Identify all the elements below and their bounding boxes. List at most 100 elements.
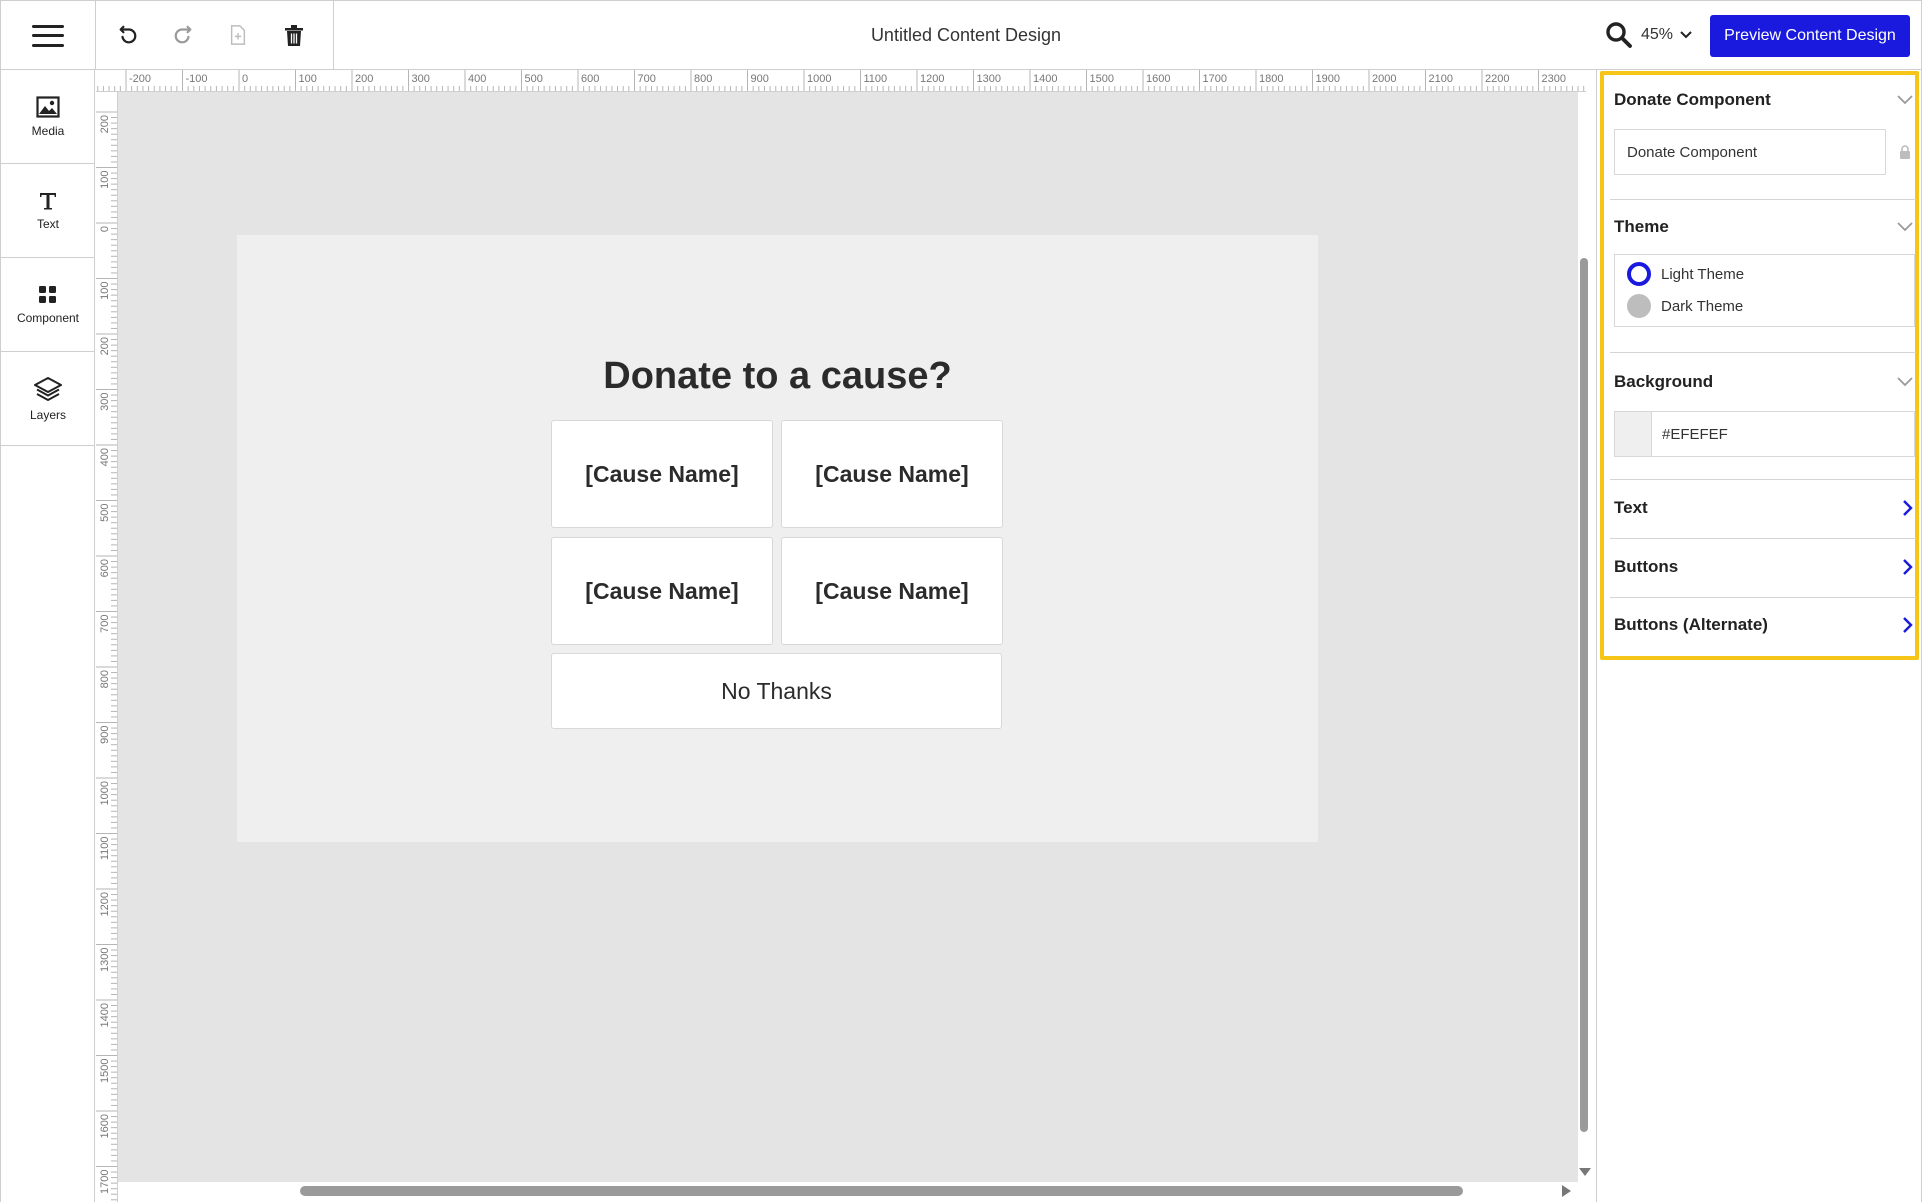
search-icon	[1606, 22, 1632, 48]
ruler-tick-label: 1600	[99, 1114, 111, 1138]
ruler-tick-label: 400	[468, 73, 486, 85]
ruler-tick-label: 1900	[1316, 73, 1340, 85]
vertical-ruler: 200 100 0 100 200 300 400 500 600 700 800 900 1000 11…	[96, 92, 118, 1202]
ruler-tick-label: 2000	[1372, 73, 1396, 85]
ruler-tick-label: 100	[99, 171, 111, 189]
sidebar-item-label: Component	[16, 310, 80, 325]
ruler-tick-label: 200	[99, 337, 111, 355]
component-name-input[interactable]	[1614, 129, 1886, 175]
undo-button[interactable]	[112, 19, 144, 51]
sidebar-item-label: Text	[36, 216, 59, 231]
ruler-tick-label: 100	[99, 282, 111, 300]
vertical-scrollbar-thumb[interactable]	[1580, 258, 1588, 1132]
ruler-tick-label: 1300	[977, 73, 1001, 85]
scroll-right-arrow[interactable]	[1562, 1185, 1571, 1197]
left-sidebar: Media Text Component Layers	[0, 70, 95, 1202]
light-theme-option[interactable]: Light Theme	[1627, 262, 1744, 286]
divider	[1610, 597, 1916, 598]
ruler-tick-label: 900	[751, 73, 769, 85]
horizontal-scrollbar-thumb[interactable]	[300, 1186, 1463, 1196]
preview-button[interactable]: Preview Content Design	[1710, 15, 1910, 57]
ruler-tick-label: 1000	[99, 781, 111, 805]
ruler-tick-label: 1200	[99, 892, 111, 916]
cause-button[interactable]: [Cause Name]	[781, 420, 1003, 528]
sidebar-item-layers[interactable]: Layers	[1, 352, 95, 446]
file-plus-icon	[230, 25, 246, 45]
zoom-select[interactable]: 45%	[1641, 19, 1693, 51]
ruler-tick-label: 1200	[920, 73, 944, 85]
ruler-tick-label: 200	[99, 115, 111, 133]
ruler-tick-label: 0	[242, 73, 248, 85]
ruler-tick-label: 500	[99, 504, 111, 522]
ruler-tick-label: 2100	[1429, 73, 1453, 85]
ruler-tick-label: 0	[99, 226, 111, 232]
ruler-tick-label: 2200	[1485, 73, 1509, 85]
undo-icon	[119, 25, 137, 44]
scroll-down-arrow[interactable]	[1579, 1168, 1591, 1176]
document-title: Untitled Content Design	[870, 25, 1062, 45]
buttons-section-header[interactable]: Buttons	[1614, 552, 1914, 582]
ruler-tick-label: 1800	[1259, 73, 1283, 85]
no-thanks-button[interactable]: No Thanks	[551, 653, 1002, 729]
divider	[1610, 352, 1916, 353]
radio-unselected[interactable]	[1627, 294, 1651, 318]
donate-heading[interactable]: Donate to a cause?	[237, 355, 1318, 398]
text-section-header[interactable]: Text	[1614, 493, 1914, 523]
layers-icon	[34, 376, 62, 401]
delete-button[interactable]	[278, 19, 310, 51]
chevron-right-icon	[1903, 500, 1913, 516]
ruler-tick-label: 600	[99, 559, 111, 577]
dark-theme-option[interactable]: Dark Theme	[1627, 294, 1743, 318]
ruler-tick-label: 200	[355, 73, 373, 85]
sidebar-item-label: Media	[31, 123, 65, 138]
menu-button[interactable]	[1, 1, 96, 70]
ruler-tick-label: 500	[525, 73, 543, 85]
buttons-alternate-section-title: Buttons (Alternate)	[1614, 615, 1768, 634]
radio-selected[interactable]	[1627, 262, 1651, 286]
background-section-header[interactable]: Background	[1614, 367, 1914, 397]
theme-options: Light Theme Dark Theme	[1614, 254, 1915, 327]
design-canvas[interactable]: Donate to a cause? [Cause Name] [Cause N…	[118, 92, 1578, 1182]
buttons-section-title: Buttons	[1614, 557, 1679, 576]
text-section-title: Text	[1614, 498, 1648, 517]
chevron-down-icon	[1897, 222, 1913, 232]
redo-button[interactable]	[167, 19, 199, 51]
cause-button[interactable]: [Cause Name]	[781, 537, 1003, 645]
properties-panel: Donate Component Theme Light Theme Dark …	[1600, 71, 1919, 660]
component-section-header[interactable]: Donate Component	[1614, 85, 1914, 115]
ruler-tick-label: 2300	[1542, 73, 1566, 85]
divider	[1610, 479, 1916, 480]
background-color-input[interactable]	[1652, 412, 1914, 456]
divider	[1610, 538, 1916, 539]
ruler-tick-label: 700	[638, 73, 656, 85]
cause-button[interactable]: [Cause Name]	[551, 420, 773, 528]
sidebar-item-text[interactable]: Text	[1, 164, 95, 258]
sidebar-item-label: Layers	[29, 407, 67, 422]
ruler-tick-label: 800	[694, 73, 712, 85]
ruler-tick-label: 1400	[1033, 73, 1057, 85]
text-icon	[40, 192, 56, 209]
component-section-title: Donate Component	[1614, 90, 1771, 109]
chevron-down-icon	[1897, 95, 1913, 105]
ruler-tick-label: 400	[99, 448, 111, 466]
color-swatch[interactable]	[1615, 412, 1652, 456]
duplicate-button[interactable]	[222, 19, 254, 51]
ruler-tick-label: 1000	[807, 73, 831, 85]
cause-button[interactable]: [Cause Name]	[551, 537, 773, 645]
dark-theme-label: Dark Theme	[1661, 297, 1744, 315]
sidebar-item-media[interactable]: Media	[1, 70, 95, 164]
ruler-tick-label: -200	[129, 73, 151, 85]
ruler-tick-label: 1400	[99, 1003, 111, 1027]
ruler-tick-label: 1700	[99, 1170, 111, 1194]
donate-component[interactable]: Donate to a cause? [Cause Name] [Cause N…	[237, 235, 1318, 842]
search-button[interactable]	[1605, 21, 1633, 49]
ruler-tick-label: 1500	[1090, 73, 1114, 85]
image-icon	[36, 95, 60, 118]
lock-icon[interactable]	[1899, 145, 1911, 159]
sidebar-item-component[interactable]: Component	[1, 258, 95, 352]
ruler-tick-label: 600	[581, 73, 599, 85]
theme-section-header[interactable]: Theme	[1614, 212, 1914, 242]
ruler-tick-label: 1100	[99, 837, 111, 861]
buttons-alternate-section-header[interactable]: Buttons (Alternate)	[1614, 610, 1914, 640]
ruler-tick-label: 100	[299, 73, 317, 85]
